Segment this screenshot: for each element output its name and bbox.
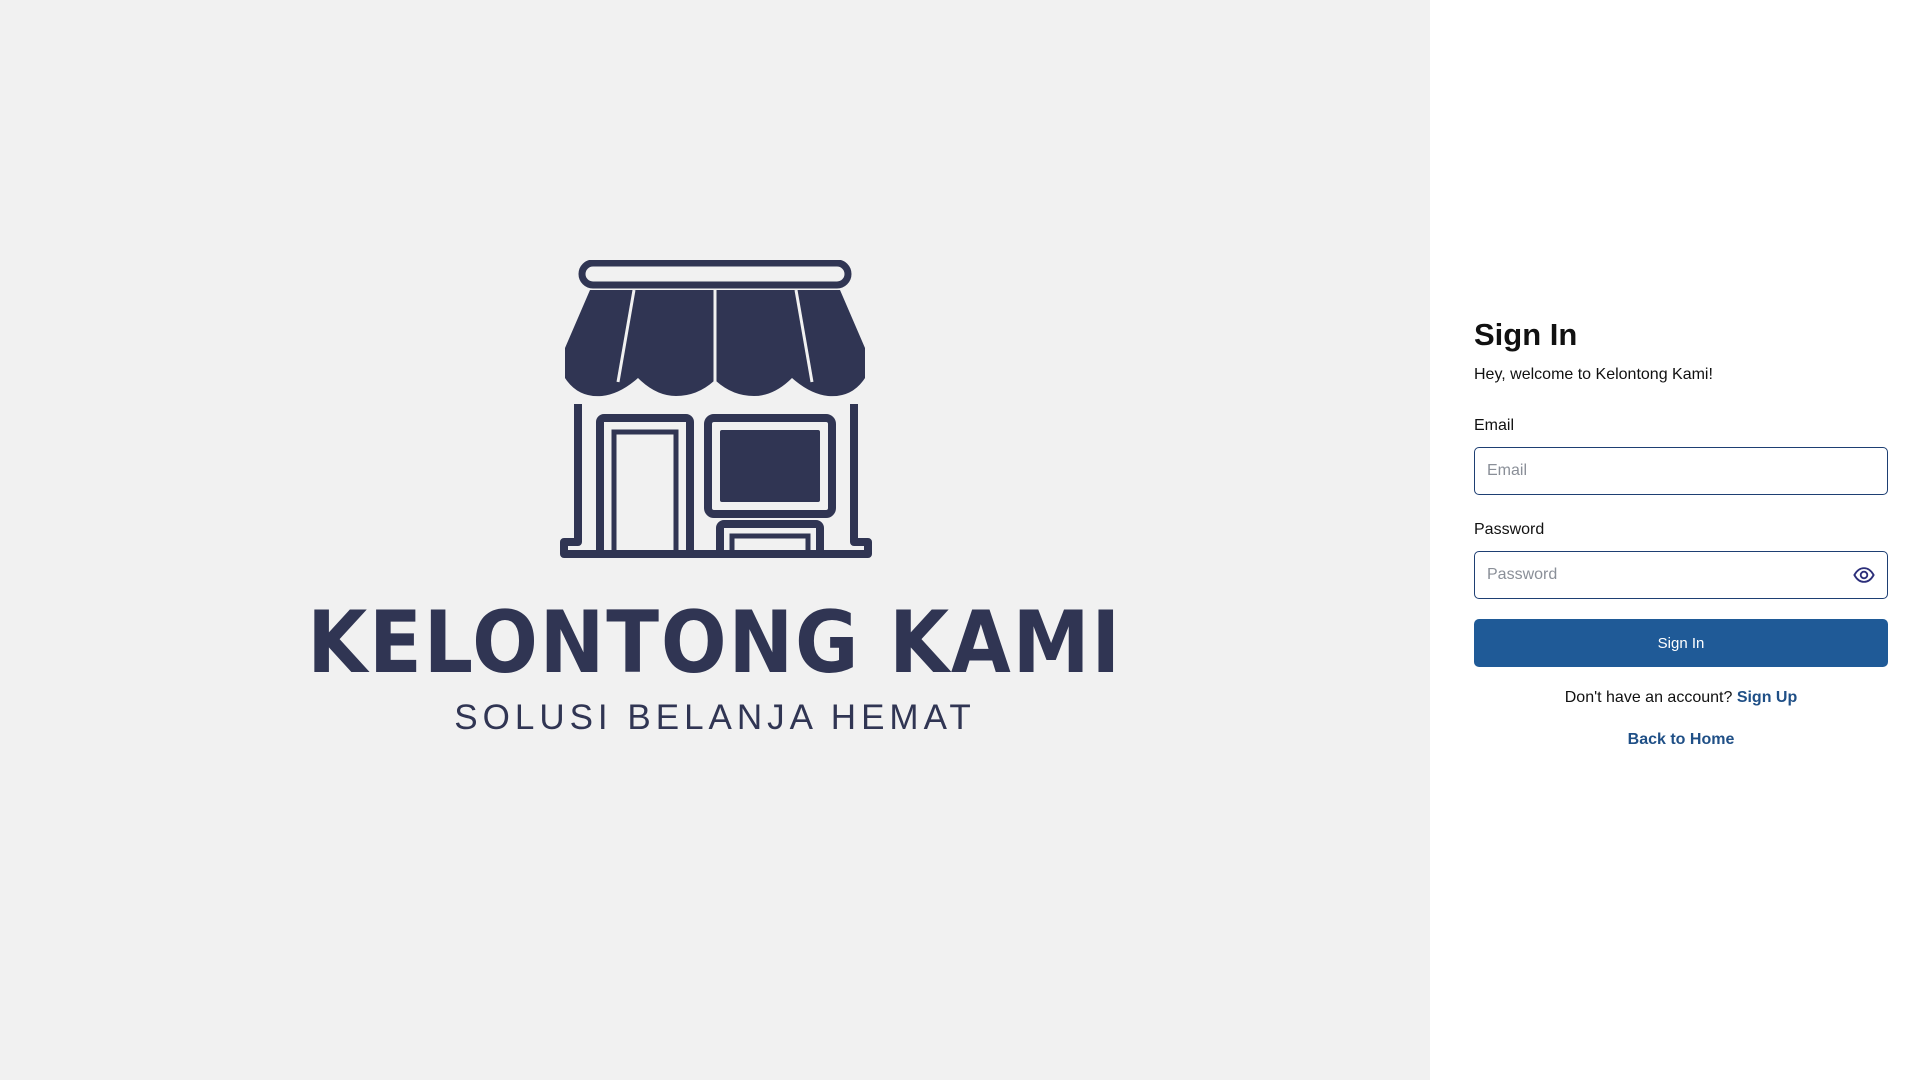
- brand-panel: KELONTONG KAMI SOLUSI BELANJA HEMAT: [0, 0, 1430, 1080]
- storefront-icon: [560, 260, 872, 558]
- sign-in-page: KELONTONG KAMI SOLUSI BELANJA HEMAT Sign…: [0, 0, 1920, 1080]
- signup-prompt-line: Don't have an account? Sign Up: [1474, 689, 1888, 707]
- sign-in-button[interactable]: Sign In: [1474, 619, 1888, 668]
- welcome-message: Hey, welcome to Kelontong Kami!: [1474, 366, 1713, 384]
- password-field[interactable]: [1474, 551, 1888, 600]
- sign-in-form: Sign In Hey, welcome to Kelontong Kami! …: [1474, 317, 1888, 749]
- brand-logo: KELONTONG KAMI SOLUSI BELANJA HEMAT: [308, 260, 1121, 738]
- email-label: Email: [1474, 417, 1515, 435]
- sign-up-link[interactable]: Sign Up: [1737, 689, 1797, 706]
- password-field-wrapper: [1474, 551, 1888, 600]
- brand-tagline: SOLUSI BELANJA HEMAT: [454, 698, 976, 737]
- email-field[interactable]: [1474, 447, 1888, 496]
- page-title: Sign In: [1474, 317, 1578, 352]
- sign-in-panel: Sign In Hey, welcome to Kelontong Kami! …: [1430, 0, 1920, 1080]
- back-to-home-link[interactable]: Back to Home: [1474, 731, 1888, 749]
- password-label: Password: [1474, 521, 1545, 539]
- eye-icon[interactable]: [1852, 563, 1876, 587]
- signup-prompt: Don't have an account?: [1564, 689, 1733, 707]
- email-field-wrapper: [1474, 447, 1888, 496]
- brand-name: KELONTONG KAMI: [307, 593, 1123, 693]
